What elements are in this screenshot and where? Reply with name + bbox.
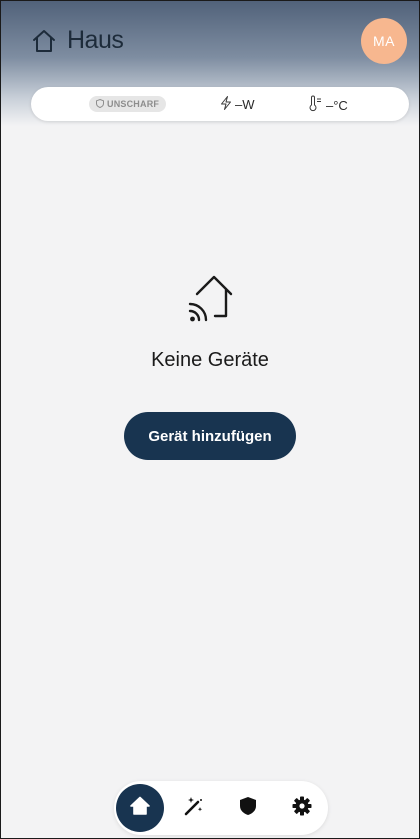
add-device-button[interactable]: Gerät hinzufügen bbox=[124, 412, 296, 460]
lightning-bolt-icon bbox=[220, 96, 232, 113]
alarm-status-label: UNSCHARF bbox=[107, 99, 160, 109]
nav-automations-button[interactable] bbox=[170, 781, 218, 835]
power-readout: –W bbox=[220, 96, 255, 113]
nav-settings-button[interactable] bbox=[278, 781, 326, 835]
shield-icon bbox=[239, 796, 257, 821]
temperature-readout: –°C bbox=[309, 95, 348, 114]
nav-home-button[interactable] bbox=[116, 784, 164, 832]
smart-home-wifi-icon bbox=[187, 273, 233, 323]
avatar-initials: MA bbox=[373, 33, 395, 49]
bottom-navigation bbox=[114, 781, 328, 835]
thermometer-icon bbox=[309, 95, 323, 114]
temperature-value: –°C bbox=[326, 97, 348, 113]
empty-state: Keine Geräte Gerät hinzufügen bbox=[1, 273, 419, 460]
alarm-status-badge[interactable]: UNSCHARF bbox=[89, 96, 167, 112]
power-value: –W bbox=[235, 97, 255, 112]
magic-wand-icon bbox=[183, 795, 205, 822]
nav-security-button[interactable] bbox=[224, 781, 272, 835]
gear-icon bbox=[292, 796, 312, 821]
page-header: Haus bbox=[31, 26, 124, 55]
shield-outline-icon bbox=[96, 98, 104, 110]
page-title: Haus bbox=[67, 26, 124, 54]
app-screen: Haus MA UNSCHARF –W –°C Keine Geräte Ger… bbox=[0, 0, 420, 839]
home-icon bbox=[130, 796, 150, 821]
avatar[interactable]: MA bbox=[361, 18, 407, 64]
status-bar: UNSCHARF –W –°C bbox=[31, 87, 409, 121]
empty-state-message: Keine Geräte bbox=[151, 349, 269, 371]
house-outline-icon bbox=[31, 29, 57, 53]
